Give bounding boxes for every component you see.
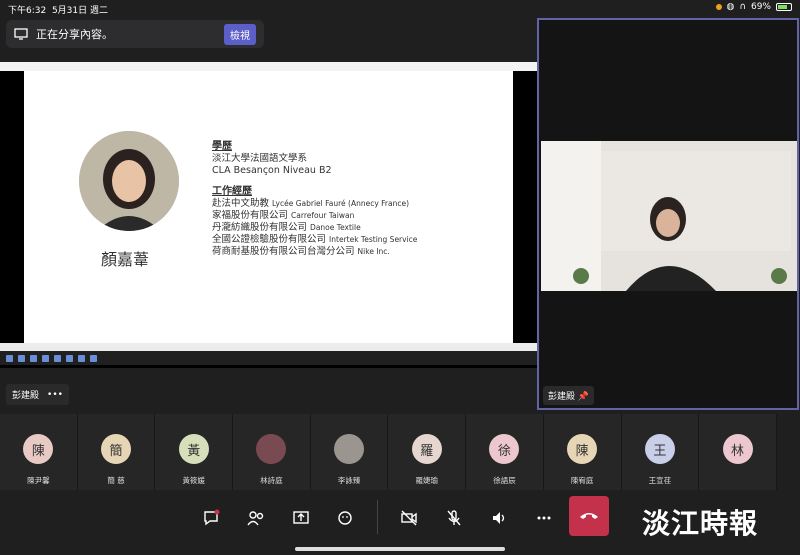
participant-video — [541, 141, 797, 291]
participant-tile[interactable]: 羅羅婕瑜 — [388, 414, 467, 490]
app-icon — [66, 354, 73, 362]
participant-tile[interactable]: 陳陳尹馨 — [0, 414, 78, 490]
headphones-icon: ∩ — [739, 2, 746, 12]
camera-off-icon[interactable] — [397, 506, 421, 530]
mic-off-icon[interactable] — [442, 506, 466, 530]
shared-screen: 顏嘉葦 學歷 淡江大學法國語文學系 CLA Besançon Niveau B2… — [0, 62, 537, 368]
app-icon — [42, 354, 49, 362]
participant-name: 林詩庭 — [260, 476, 283, 485]
recording-indicator-icon — [715, 4, 722, 10]
participant-name: 李詠臻 — [337, 476, 361, 485]
app-icon — [90, 354, 97, 362]
avatar: 黃 — [178, 434, 209, 464]
participant-name: 徐語辰 — [493, 476, 516, 485]
reactions-icon[interactable] — [334, 506, 358, 530]
people-icon[interactable] — [244, 506, 268, 530]
work-heading: 工作經歷 — [212, 186, 252, 197]
teams-meeting-window: 下午6:32 5月31日 週二 ◍ ∩ 69% 正在分享內容。 檢視 顏嘉葦 學… — [0, 0, 800, 555]
controls-divider — [377, 500, 378, 534]
participant-video-tile[interactable]: 彭建殿 📌 — [537, 18, 799, 410]
battery-icon — [776, 3, 792, 11]
work-line: 丹瀧紡織股份有限公司 Danoe Textile — [212, 222, 361, 233]
windows-taskbar — [0, 351, 537, 365]
participant-tile[interactable]: 簡簡 慈 — [77, 414, 156, 490]
participant-name: 陳宥庭 — [570, 476, 594, 485]
education-line: 淡江大學法國語文學系 — [212, 153, 308, 164]
sharing-banner: 正在分享內容。 檢視 — [6, 20, 264, 48]
work-line: 全國公證檢驗股份有限公司 Intertek Testing Service — [212, 234, 418, 245]
participant-name-label: 彭建殿 📌 — [543, 386, 595, 405]
participant-strip: 陳陳尹馨簡簡 慈黃黃筱媛 林詩庭 李詠臻羅羅婕瑜徐徐語辰陳陳宥庭王王宣荏林 — [0, 414, 800, 490]
speaker-bio: 學歷 淡江大學法國語文學系 CLA Besançon Niveau B2 工作經… — [212, 141, 417, 258]
chat-icon[interactable] — [199, 506, 223, 530]
participant-name: 羅婕瑜 — [415, 476, 439, 485]
meeting-controls: 淡江時報 — [0, 490, 800, 555]
hang-up-icon — [580, 513, 598, 519]
participant-tile[interactable]: 黃黃筱媛 — [155, 414, 234, 490]
watermark-logo: 淡江時報 — [642, 507, 759, 540]
sharing-text: 正在分享內容。 — [36, 28, 113, 41]
avatar: 王 — [644, 434, 675, 464]
participant-tile[interactable]: 陳陳宥庭 — [543, 414, 622, 490]
start-icon — [6, 354, 13, 362]
speaker-name: 顏嘉葦 — [101, 250, 150, 269]
participant-tile[interactable]: 徐徐語辰 — [466, 414, 544, 490]
presentation-slide: 顏嘉葦 學歷 淡江大學法國語文學系 CLA Besançon Niveau B2… — [24, 71, 513, 351]
battery-percent: 69% — [750, 2, 771, 12]
app-icon — [30, 354, 37, 362]
more-options-icon[interactable]: ••• — [47, 390, 63, 400]
education-line: CLA Besançon Niveau B2 — [212, 165, 332, 176]
monitor-icon — [14, 28, 28, 40]
app-icon — [54, 354, 61, 362]
presenter-label: 彭建殿 ••• — [6, 384, 69, 405]
ios-status-bar: 下午6:32 5月31日 週二 ◍ ∩ 69% — [0, 0, 800, 16]
more-icon[interactable] — [532, 506, 556, 530]
powerpoint-titlebar — [0, 62, 537, 71]
avatar: 林 — [722, 434, 753, 464]
participant-name: 黃筱媛 — [182, 476, 205, 485]
avatar — [334, 434, 365, 464]
search-icon — [18, 354, 25, 362]
avatar: 簡 — [101, 434, 132, 464]
avatar: 陳 — [567, 434, 598, 464]
profile-photo — [79, 131, 179, 231]
speaker-icon[interactable] — [487, 506, 511, 530]
avatar — [256, 434, 287, 464]
hang-up-button[interactable] — [569, 496, 609, 536]
avatar: 陳 — [23, 434, 54, 464]
view-button[interactable]: 檢視 — [224, 23, 256, 45]
work-line: 家福股份有限公司 Carrefour Taiwan — [212, 210, 355, 221]
participant-name: 陳尹馨 — [27, 476, 50, 485]
wifi-icon: ◍ — [726, 2, 735, 12]
work-line: 荷商耐基股份有限公司台灣分公司 Nike Inc. — [212, 246, 390, 257]
app-icon — [78, 354, 85, 362]
avatar: 徐 — [489, 434, 520, 464]
powerpoint-status-bar — [0, 343, 537, 351]
participant-tile[interactable]: 王王宣荏 — [621, 414, 700, 490]
participant-name: 王宣荏 — [648, 476, 672, 485]
pin-icon: 📌 — [577, 392, 590, 402]
clock: 下午6:32 — [8, 6, 47, 16]
avatar: 羅 — [411, 434, 442, 464]
home-indicator[interactable] — [295, 547, 505, 551]
participant-tile[interactable]: 林詩庭 — [233, 414, 311, 490]
work-line: 赴法中文助教 Lycée Gabriel Fauré (Annecy Franc… — [212, 198, 410, 209]
share-icon[interactable] — [289, 506, 313, 530]
participant-name: 簡 慈 — [107, 476, 125, 485]
education-heading: 學歷 — [212, 141, 232, 152]
participant-tile[interactable]: 李詠臻 — [310, 414, 389, 490]
participant-tile[interactable]: 林 — [699, 414, 777, 490]
date: 5月31日 週二 — [51, 6, 108, 16]
